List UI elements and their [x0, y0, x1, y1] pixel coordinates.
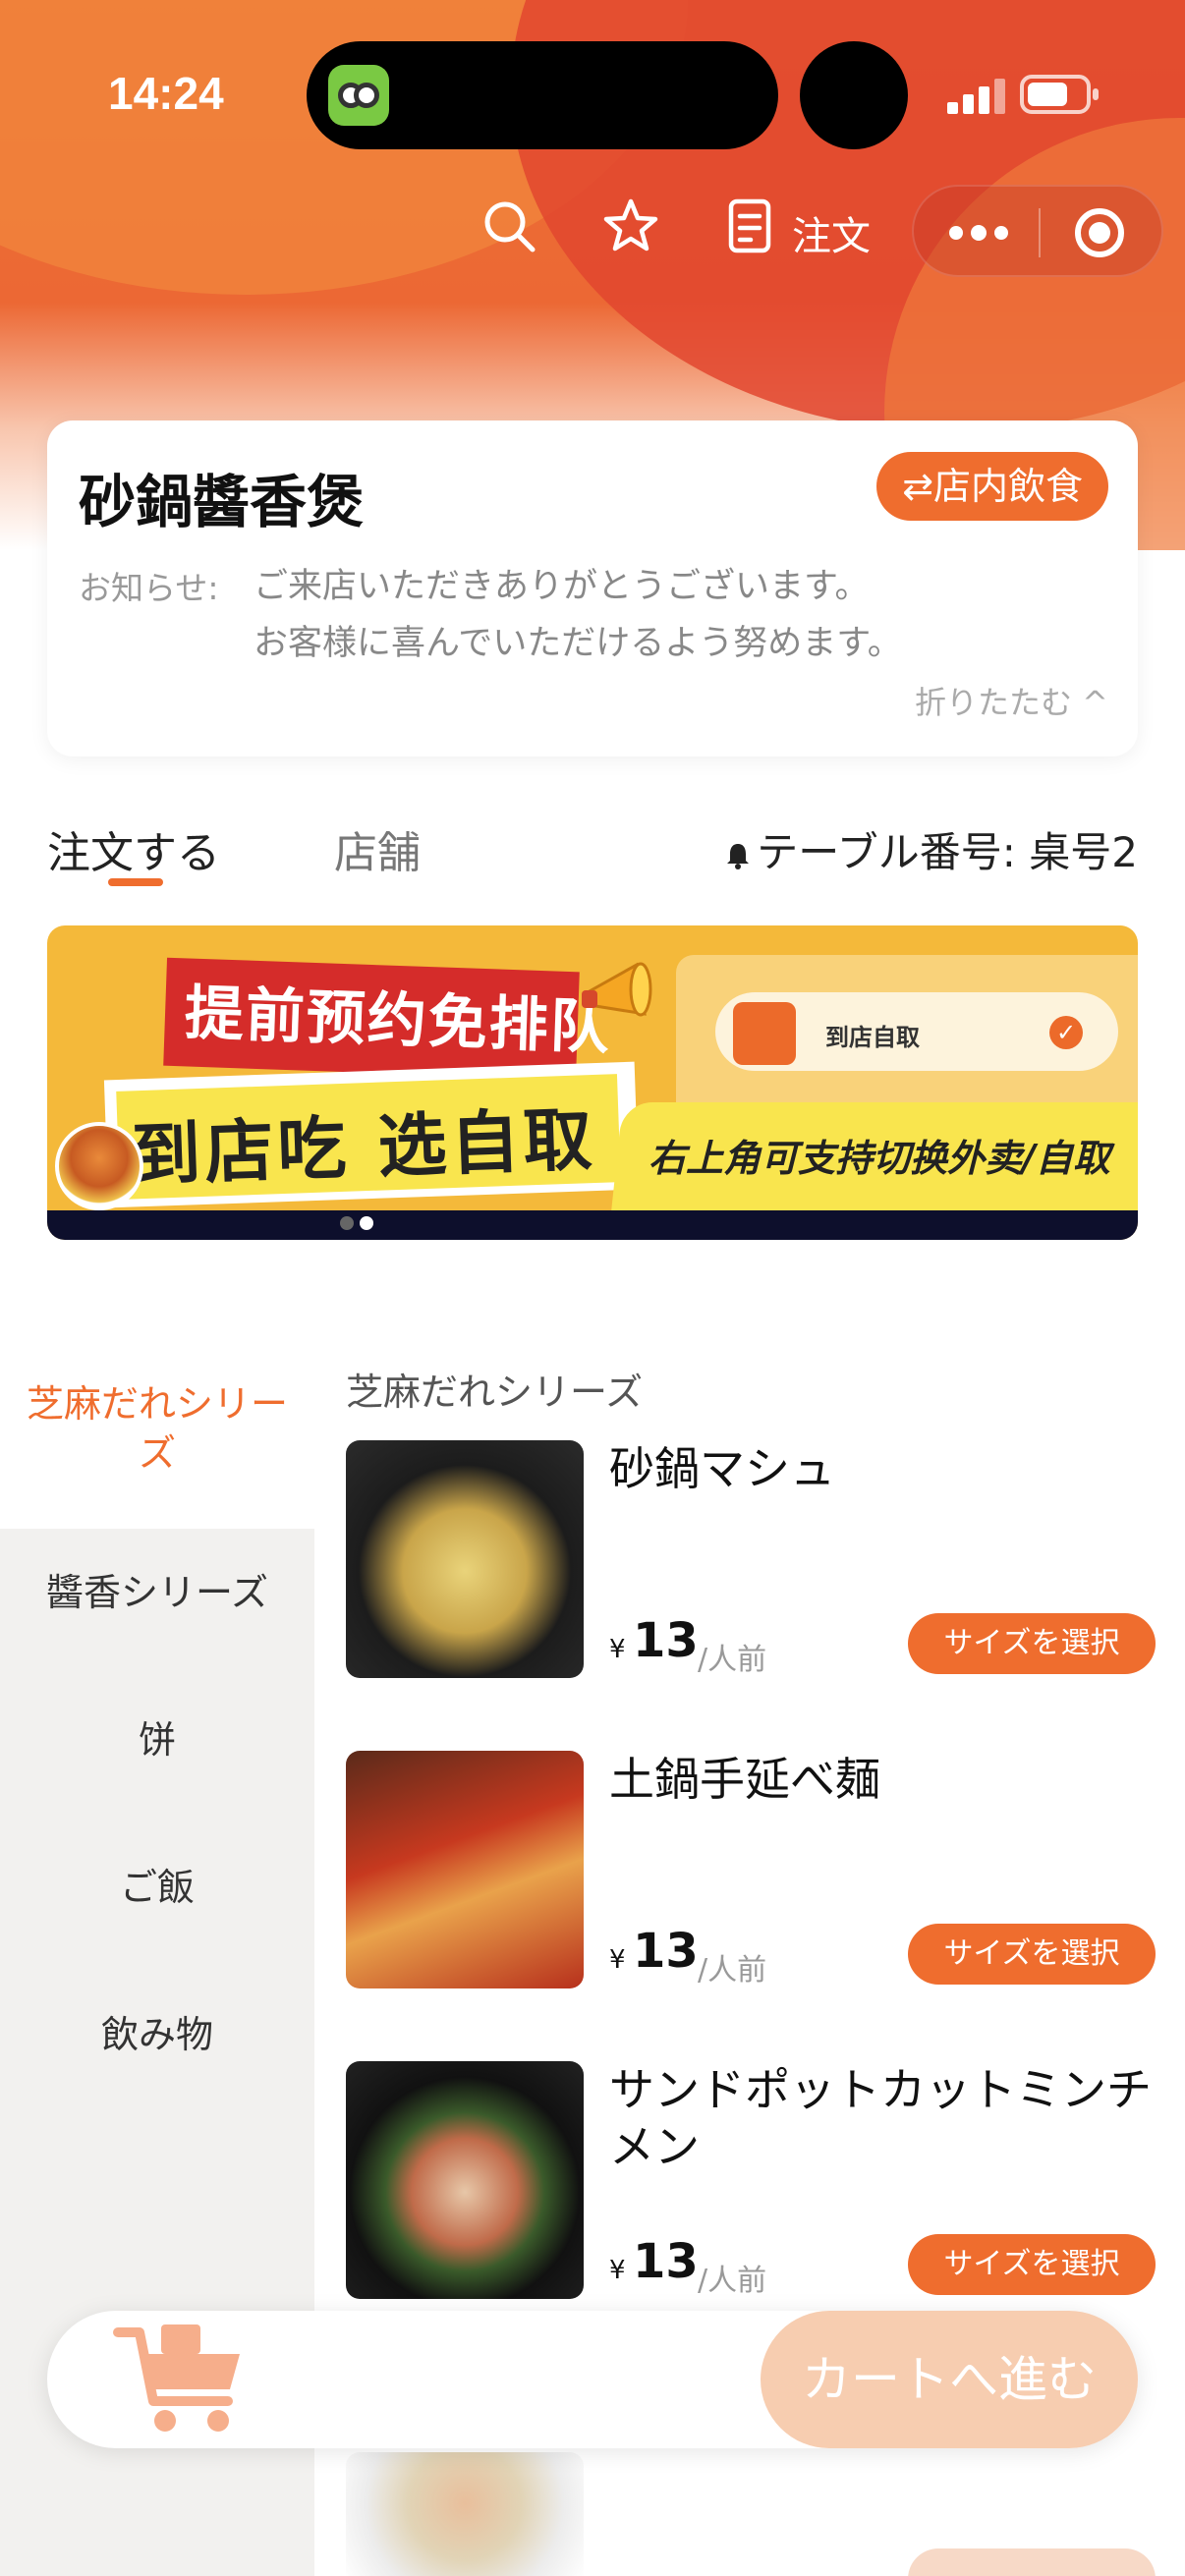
takeaway-bag-icon: [733, 1002, 796, 1065]
banner-main-text: 到店吃 选自取: [130, 1098, 597, 1197]
product-item[interactable]: サンドポットカットミンチメン ¥ 13 /人前 サイズを選択: [346, 2061, 1161, 2307]
battery-icon: [1020, 75, 1099, 114]
miniapp-capsule: [912, 185, 1163, 277]
table-number-text: テーブル番号: 桌号2: [757, 828, 1138, 876]
product-price: 13: [633, 1924, 699, 1979]
category-item-bing[interactable]: 饼: [0, 1715, 314, 1764]
banner-headline: 提前预约免排队: [183, 979, 612, 1063]
megaphone-icon: [582, 962, 652, 1017]
dine-mode-switch-button[interactable]: ⇄店内飲食: [876, 452, 1108, 521]
tab-active-indicator: [108, 878, 163, 886]
bell-icon: [727, 843, 750, 869]
select-size-button-partial[interactable]: [908, 2548, 1156, 2576]
product-image[interactable]: [346, 1440, 584, 1678]
product-name: サンドポットカットミンチメン: [609, 2063, 1152, 2173]
product-price: 13: [633, 2234, 699, 2289]
duolingo-app-icon: [328, 65, 389, 126]
shopping-cart-icon[interactable]: [112, 2315, 250, 2442]
category-item-rice[interactable]: ご飯: [0, 1863, 314, 1912]
price-unit: /人前: [698, 1643, 767, 1677]
tab-order[interactable]: 注文する: [47, 817, 220, 880]
category-item-drinks[interactable]: 飲み物: [0, 2010, 314, 2059]
star-favorite-icon[interactable]: [601, 196, 660, 255]
select-size-button[interactable]: サイズを選択: [908, 1924, 1156, 1985]
product-image[interactable]: [346, 1751, 584, 1988]
promo-banner[interactable]: 提前预约免排队 到店吃 选自取 到店自取 ✓ 右上角可支持切换外卖/自取: [47, 925, 1138, 1240]
close-miniapp-icon[interactable]: [1075, 208, 1124, 257]
product-price: 13: [633, 1613, 699, 1668]
app-screen: 14:24 注文 砂鍋醬香煲 ⇄店内飲食 お知らせ: ご来店いただきありがとうご…: [0, 0, 1185, 2576]
product-name: 土鍋手延べ麺: [609, 1753, 880, 1806]
order-link[interactable]: 注文: [792, 204, 871, 261]
tab-store[interactable]: 店舗: [334, 817, 421, 880]
product-image[interactable]: [346, 2061, 584, 2299]
food-bowl-image: [55, 1122, 143, 1210]
collapse-notice-button[interactable]: 折りたたむ ^: [915, 678, 1108, 723]
search-icon[interactable]: [480, 196, 538, 255]
dynamic-island: [307, 41, 778, 149]
order-list-icon[interactable]: [723, 196, 782, 255]
store-name: 砂鍋醬香煲: [79, 469, 365, 535]
more-options-icon[interactable]: [949, 220, 1008, 246]
price-unit: /人前: [698, 2264, 767, 2298]
product-name: 砂鍋マシュ: [609, 1442, 835, 1495]
currency-symbol: ¥: [609, 1635, 626, 1664]
status-time: 14:24: [108, 68, 224, 119]
table-number: テーブル番号: 桌号2: [725, 819, 1138, 879]
check-icon: ✓: [1049, 1016, 1083, 1049]
price-unit: /人前: [698, 1953, 767, 1988]
product-item[interactable]: 砂鍋マシュ ¥ 13 /人前 サイズを選択: [346, 1440, 1161, 1686]
banner-page-dot-active[interactable]: [360, 1216, 373, 1230]
currency-symbol: ¥: [609, 2256, 626, 2285]
banner-pickup-option: 到店自取: [825, 1024, 920, 1051]
notice-label: お知らせ:: [79, 569, 219, 607]
signal-icon: [947, 79, 1006, 114]
select-size-button[interactable]: サイズを選択: [908, 1613, 1156, 1674]
section-title: 芝麻だれシリーズ: [346, 1371, 644, 1414]
category-item-jiangxiang[interactable]: 醬香シリーズ: [0, 1568, 314, 1617]
category-item-sesame[interactable]: 芝麻だれシリーズ: [0, 1320, 314, 1529]
camera-cutout: [800, 41, 908, 149]
product-image-partial[interactable]: [346, 2452, 584, 2576]
select-size-button[interactable]: サイズを選択: [908, 2234, 1156, 2295]
cart-bar: カートへ進む: [47, 2311, 1138, 2448]
checkout-button[interactable]: カートへ進む: [761, 2311, 1138, 2448]
product-item[interactable]: 土鍋手延べ麺 ¥ 13 /人前 サイズを選択: [346, 1751, 1161, 1996]
banner-page-dot[interactable]: [340, 1216, 354, 1230]
currency-symbol: ¥: [609, 1945, 626, 1975]
store-info-card: 砂鍋醬香煲 ⇄店内飲食 お知らせ: ご来店いただきありがとうございます。お客様に…: [47, 420, 1138, 756]
notice-text: ご来店いただきありがとうございます。お客様に喜んでいただけるよう努めます。: [254, 567, 902, 663]
banner-side-text: 右上角可支持切换外卖/自取: [649, 1137, 1110, 1180]
